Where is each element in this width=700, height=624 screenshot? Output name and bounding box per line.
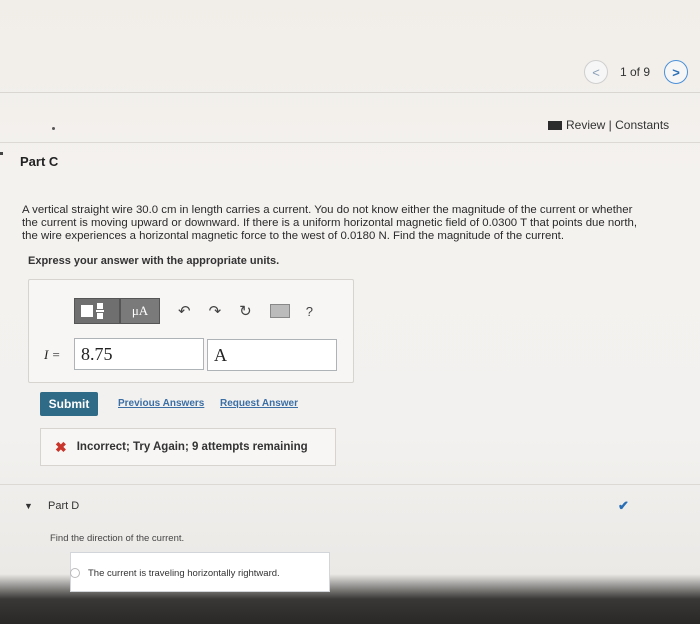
math-toolbar: μA ↶ ↷ ↻ ?	[74, 298, 313, 324]
undo-icon[interactable]: ↶	[178, 302, 191, 320]
error-x-icon: ✖	[55, 438, 67, 455]
review-constants-label: Review | Constants	[566, 118, 670, 132]
templates-icon	[81, 303, 104, 319]
chevron-left-icon: <	[592, 64, 600, 80]
part-c-marker	[0, 152, 3, 155]
caret-down-icon[interactable]: ▼	[24, 501, 33, 511]
review-constants-link[interactable]: Review | Constants	[548, 118, 669, 132]
part-c-question: A vertical straight wire 30.0 cm in leng…	[22, 204, 682, 243]
question-line: the current is moving upward or downward…	[22, 217, 638, 229]
template-button[interactable]	[74, 298, 120, 324]
page-indicator: 1 of 9	[620, 65, 651, 79]
part-c-title: Part C	[20, 154, 59, 169]
option-label: The current is traveling horizontally ri…	[88, 568, 280, 579]
question-line: the wire experiences a horizontal magnet…	[22, 230, 564, 242]
part-d-question: Find the direction of the current.	[50, 533, 185, 544]
request-answer-link[interactable]: Request Answer	[220, 398, 298, 409]
part-d-divider	[0, 484, 700, 485]
unit-input[interactable]: A	[207, 339, 337, 371]
feedback-box: ✖ Incorrect; Try Again; 9 attempts remai…	[40, 428, 336, 466]
header-divider	[0, 92, 700, 93]
value-input[interactable]: 8.75	[74, 338, 204, 370]
redo-icon[interactable]: ↷	[209, 302, 222, 320]
part-d-title[interactable]: Part D	[48, 500, 79, 512]
bullet-dot	[52, 127, 55, 130]
help-button[interactable]: ?	[306, 304, 313, 319]
prev-page-button[interactable]: <	[584, 60, 608, 84]
check-icon: ✔	[618, 498, 629, 513]
feedback-text: Incorrect; Try Again; 9 attempts remaini…	[76, 441, 308, 453]
next-page-button[interactable]: >	[664, 60, 689, 84]
part-c-divider	[0, 142, 700, 143]
keyboard-icon[interactable]	[269, 304, 290, 318]
answer-instruction: Express your answer with the appropriate…	[28, 255, 280, 267]
previous-answers-link[interactable]: Previous Answers	[118, 398, 204, 409]
book-icon	[548, 120, 562, 130]
pager: < 1 of 9 >	[584, 60, 689, 84]
radio-button[interactable]	[70, 568, 80, 578]
variable-label: I =	[44, 347, 61, 362]
question-line: A vertical straight wire 30.0 cm in leng…	[22, 204, 633, 216]
reset-icon[interactable]: ↻	[239, 302, 252, 320]
units-button[interactable]: μA	[120, 298, 160, 324]
chevron-right-icon: >	[672, 64, 680, 80]
submit-button[interactable]: Submit	[40, 392, 98, 416]
